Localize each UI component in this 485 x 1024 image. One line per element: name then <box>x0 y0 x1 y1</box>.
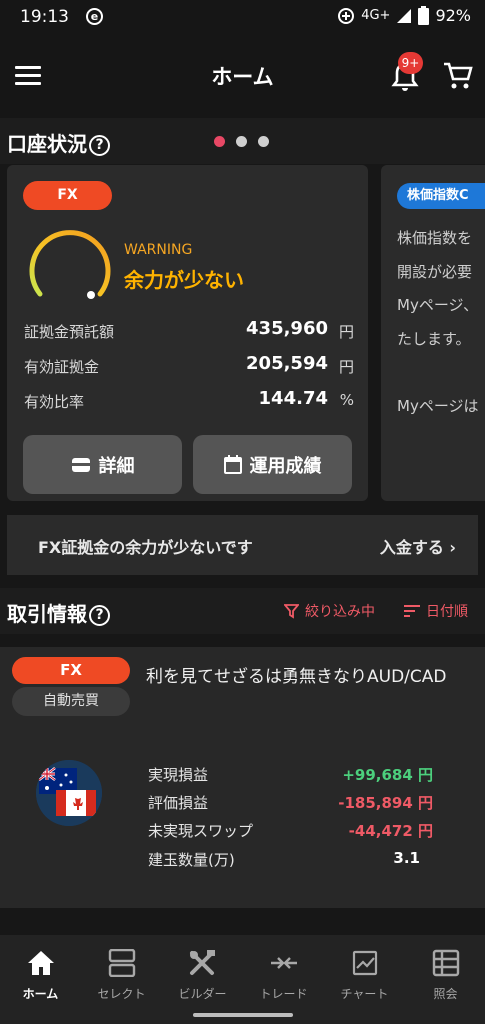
chevron-right-icon: › <box>449 538 456 557</box>
status-time: 19:13 <box>20 7 69 27</box>
metric-unit: % <box>339 391 354 409</box>
pl-label: 評価損益 <box>148 794 209 812</box>
status-bar: 19:13 e 4G+ 92% <box>0 0 485 34</box>
warning-text: 余力が少ない <box>124 268 244 292</box>
wallet-icon <box>71 457 90 472</box>
nav-trade[interactable]: トレード <box>243 935 324 1005</box>
nav-label: 照会 <box>433 987 458 1001</box>
performance-button-label: 運用成績 <box>249 455 322 477</box>
account-status-title: 口座状況 <box>7 132 87 156</box>
battery-icon <box>418 6 430 25</box>
pl-value: +99,684 円 <box>342 766 433 784</box>
network-type: 4G+ <box>361 8 391 23</box>
pl-row-unrealized: 評価損益 -185,894 円 <box>148 792 433 816</box>
details-button-label: 詳細 <box>98 455 135 477</box>
nav-builder[interactable]: ビルダー <box>162 935 243 1005</box>
trade-icon <box>271 957 297 969</box>
metric-row-effective-ratio: 有効比率 144.74 % <box>24 388 354 414</box>
carousel-indicator <box>214 136 269 147</box>
deposit-link[interactable]: 入金する › <box>380 534 456 558</box>
metric-label: 有効証拠金 <box>24 358 100 376</box>
nav-chart[interactable]: チャート <box>324 935 405 1005</box>
list-icon <box>432 949 460 977</box>
margin-warning-banner[interactable]: FX証拠金の余力が少ないです 入金する › <box>7 515 478 575</box>
nav-label: ビルダー <box>178 987 227 1001</box>
pl-row-swap: 未実現スワップ -44,472 円 <box>148 820 433 844</box>
nav-label: チャート <box>340 987 389 1001</box>
filter-label: 絞り込み中 <box>305 604 375 620</box>
metric-label: 証拠金預託額 <box>24 323 115 341</box>
nav-label: トレード <box>259 987 308 1001</box>
help-icon[interactable]: ? <box>89 605 110 626</box>
help-icon[interactable]: ? <box>89 135 110 156</box>
nav-label: セレクト <box>97 987 146 1001</box>
app-notification-icon: e <box>86 8 103 25</box>
tools-icon <box>190 950 215 975</box>
calendar-icon <box>223 455 242 474</box>
pl-row-position-size: 建玉数量(万) 3.1 <box>148 849 420 873</box>
battery-percent: 92% <box>435 6 471 25</box>
carousel-dot-3[interactable] <box>258 136 269 147</box>
filter-icon <box>284 603 299 619</box>
metric-unit: 円 <box>338 358 354 376</box>
trade-fx-tag: FX <box>12 657 130 684</box>
strategy-title: 利を見てせざるは勇無きなりAUD/CAD <box>146 667 447 687</box>
warning-label: WARNING <box>124 242 193 258</box>
metric-row-effective-margin: 有効証拠金 205,594 円 <box>24 353 354 379</box>
app-bar: ホーム 9+ <box>0 34 485 118</box>
banner-message: FX証拠金の余力が少ないです <box>38 538 253 557</box>
sort-label: 日付順 <box>426 604 468 620</box>
index-card-text: たします。 <box>397 330 471 348</box>
pl-label: 未実現スワップ <box>148 822 254 840</box>
index-card-text: 株価指数を <box>397 229 473 247</box>
nav-inquiry[interactable]: 照会 <box>405 935 485 1005</box>
pl-value: -44,472 円 <box>348 822 433 840</box>
details-button[interactable]: 詳細 <box>23 435 182 494</box>
pl-label: 実現損益 <box>148 766 209 784</box>
index-cfd-tag: 株価指数C <box>397 183 485 209</box>
aud-cad-flag-icon <box>36 760 102 826</box>
fx-tag: FX <box>23 181 112 210</box>
pl-value: -185,894 円 <box>338 794 433 812</box>
nav-home[interactable]: ホーム <box>0 935 81 1005</box>
signal-icon <box>397 8 412 23</box>
sort-button[interactable]: 日付順 <box>404 601 468 621</box>
cart-icon[interactable] <box>442 60 474 92</box>
metric-value: 435,960 <box>246 318 328 339</box>
performance-button[interactable]: 運用成績 <box>193 435 352 494</box>
margin-gauge <box>29 230 111 299</box>
gesture-bar[interactable] <box>193 1013 293 1017</box>
metric-value: 144.74 <box>258 388 328 409</box>
metric-row-deposit: 証拠金預託額 435,960 円 <box>24 318 354 344</box>
auto-trade-tag: 自動売買 <box>12 687 130 716</box>
trade-info-title: 取引情報 <box>7 602 87 626</box>
data-saver-icon <box>338 7 355 24</box>
index-card-text: Myページは <box>397 397 479 415</box>
metric-value: 205,594 <box>246 353 328 374</box>
filter-button[interactable]: 絞り込み中 <box>284 601 375 621</box>
chart-icon <box>352 950 378 976</box>
nav-select[interactable]: セレクト <box>81 935 162 1005</box>
metric-label: 有効比率 <box>24 393 85 411</box>
bottom-navigation: ホーム セレクト ビルダー トレード チャート 照会 <box>0 935 485 1024</box>
pl-row-realized: 実現損益 +99,684 円 <box>148 764 433 788</box>
nav-label: ホーム <box>22 987 59 1001</box>
carousel-dot-2[interactable] <box>236 136 247 147</box>
select-icon <box>108 949 136 977</box>
pl-value: 3.1 <box>393 849 420 867</box>
home-icon <box>28 951 54 975</box>
notification-badge: 9+ <box>398 52 423 74</box>
index-card-text: 開設が必要 <box>397 263 473 281</box>
metric-unit: 円 <box>338 323 354 341</box>
pl-label: 建玉数量(万) <box>148 851 235 869</box>
carousel-dot-1[interactable] <box>214 136 225 147</box>
sort-icon <box>404 604 420 617</box>
index-card-text: Myページ、 <box>397 296 479 314</box>
